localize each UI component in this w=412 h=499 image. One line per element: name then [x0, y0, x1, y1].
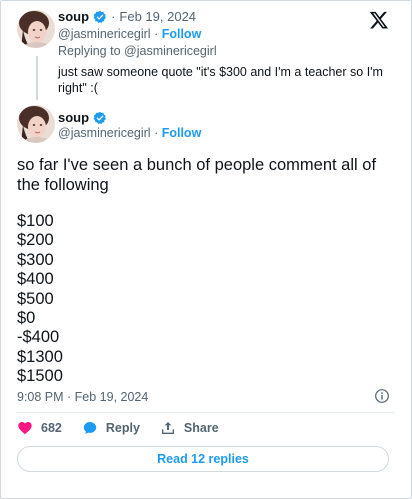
avatar[interactable] — [17, 105, 55, 143]
author-handle[interactable]: @jasminericegirl — [58, 27, 151, 41]
follow-button[interactable]: Follow — [162, 126, 202, 140]
tweet-timestamp[interactable]: 9:08 PM · Feb 19, 2024 — [17, 390, 148, 404]
separator: · — [154, 27, 159, 41]
verified-badge-icon — [93, 10, 106, 23]
author-handle[interactable]: @jasminericegirl — [58, 126, 151, 140]
tweet-date[interactable]: Feb 19, 2024 — [119, 9, 196, 24]
avatar[interactable] — [17, 10, 55, 48]
list-item: -$400 — [17, 328, 60, 347]
reply-button[interactable]: Reply — [82, 420, 140, 436]
reply-bubble-icon — [83, 422, 97, 435]
read-replies-button[interactable]: Read 12 replies — [17, 446, 389, 472]
list-item: $1500 — [17, 367, 63, 386]
reply-label: Reply — [105, 421, 140, 435]
separator: · — [154, 126, 159, 140]
author-name[interactable]: soup — [58, 110, 89, 125]
list-item: $400 — [17, 270, 54, 289]
list-item: $500 — [17, 289, 54, 308]
separator: · — [111, 9, 116, 24]
info-icon[interactable] — [374, 388, 390, 404]
divider — [17, 412, 395, 413]
verified-badge-icon — [93, 111, 106, 124]
parent-tweet-text: just saw someone quote "it's $300 and I'… — [58, 65, 383, 95]
like-count: 682 — [41, 421, 62, 435]
share-icon — [161, 422, 174, 434]
replying-to-handle[interactable]: @jasminericegirl — [124, 44, 217, 58]
replying-to-prefix: Replying to — [58, 44, 121, 58]
amount-list: $100 $200 $300 $400 $500 $0 -$400 $1300 … — [17, 212, 63, 387]
thread-connector — [36, 56, 38, 100]
author-name[interactable]: soup — [58, 9, 89, 24]
share-button[interactable]: Share — [160, 420, 219, 436]
follow-button[interactable]: Follow — [162, 27, 202, 41]
heart-icon — [18, 422, 32, 435]
list-item: $1300 — [17, 347, 63, 366]
share-label: Share — [183, 421, 219, 435]
list-item: $100 — [17, 212, 54, 230]
replying-to: Replying to @jasminericegirl — [58, 44, 217, 58]
tweet-text: so far I've seen a bunch of people comme… — [17, 156, 377, 194]
list-item: $200 — [17, 231, 54, 250]
list-item: $300 — [17, 250, 54, 269]
action-bar: 682 Reply Share — [17, 420, 239, 436]
like-button[interactable]: 682 — [17, 420, 62, 436]
list-item: $0 — [17, 308, 36, 327]
x-logo-icon[interactable] — [369, 10, 389, 30]
